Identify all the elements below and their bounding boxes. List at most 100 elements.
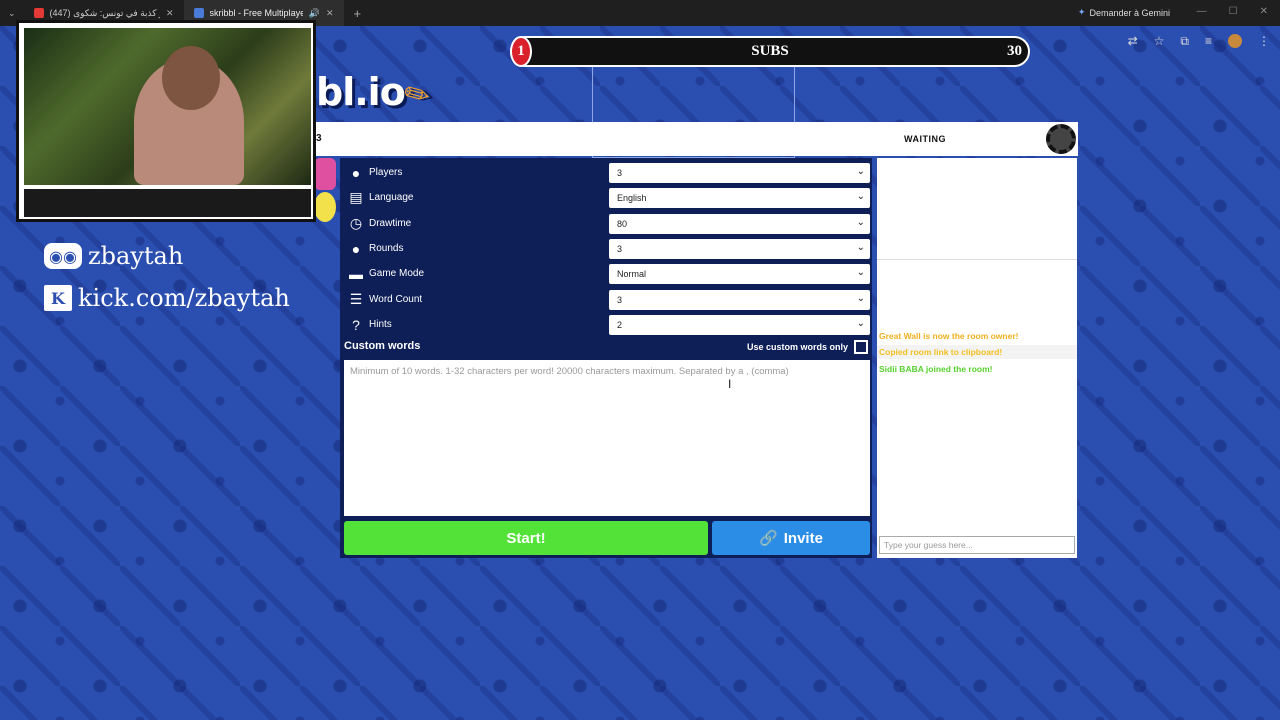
link-icon: 🔗 [759,530,778,547]
extensions-icon[interactable]: ⧉ [1180,34,1189,49]
window-controls: — ☐ ✕ [1197,6,1268,17]
discord-handle: zbaytah [88,242,184,270]
speaker-icon[interactable]: 🔊 [309,8,320,19]
subs-current-count: 1 [510,36,532,67]
custom-words-textarea[interactable]: Minimum of 10 words. 1-32 characters per… [344,360,870,516]
webcam-video [24,28,311,185]
maximize-icon[interactable]: ☐ [1229,6,1238,17]
chat-message: Great Wall is now the room owner! [879,331,1019,341]
logo-text: bl.io [316,70,406,114]
language-select[interactable]: English ⌄ [609,187,870,208]
minimize-icon[interactable]: — [1197,6,1207,17]
subs-label: SUBS [751,43,789,59]
lobby-settings-panel: ● Players 3 ⌄ ▤ Language English ⌄ ◷ Drawt… [340,158,872,558]
wordcount-select[interactable]: 3 ⌄ [609,289,870,310]
kick-icon: K [44,285,72,311]
setting-row-players: ● Players 3 ⌄ [340,160,872,185]
custom-only-label: Use custom words only [746,342,848,352]
close-tab-icon[interactable]: ✕ [166,8,174,19]
select-value: Normal [617,268,647,279]
setting-row-hints: ? Hints 2 ⌄ [340,312,872,337]
chevron-down-icon: ⌄ [856,266,865,278]
drawtime-select[interactable]: 80 ⌄ [609,213,870,234]
discord-icon: ◉◉ [44,243,82,269]
text-cursor-icon: I [728,377,732,391]
chat-message: Copied room link to clipboard! [877,345,1077,359]
tab-list-chevron-icon[interactable]: ⌄ [0,8,24,19]
custom-words-placeholder: Minimum of 10 words. 1-32 characters per… [350,366,789,377]
browser-toolbar-icons: ⇄ ☆ ⧉ ≡ ⋮ [1128,34,1270,49]
invite-button[interactable]: 🔗 Invite [712,521,870,555]
setting-row-drawtime: ◷ Drawtime 80 ⌄ [340,211,872,236]
setting-label: Rounds [369,243,404,254]
hints-icon: ? [352,316,360,333]
translate-icon[interactable]: ⇄ [1128,34,1138,49]
tab-title: skribbl - Free Multiplayer Drawing [209,8,303,18]
setting-label: Hints [369,319,392,330]
subs-goal-count: 30 [1007,43,1022,59]
close-tab-icon[interactable]: ✕ [326,8,334,19]
setting-row-language: ▤ Language English ⌄ [340,185,872,210]
chevron-down-icon: ⌄ [856,216,865,228]
avatar [314,192,336,222]
player-avatars [314,158,336,222]
game-status: WAITING [904,134,946,144]
select-value: 80 [617,218,628,229]
custom-only-checkbox[interactable] [854,340,868,354]
settings-gear-icon[interactable] [1046,124,1076,154]
guess-placeholder: Type your guess here... [884,540,973,550]
player-list [877,158,1077,260]
subs-goal-bar: 1 SUBS 30 [510,36,1030,67]
round-indicator: 3 [316,133,322,144]
rounds-select[interactable]: 3 ⌄ [609,238,870,259]
clock-icon: ◷ [349,215,363,231]
youtube-favicon-icon [33,8,44,18]
setting-row-rounds: ● Rounds 3 ⌄ [340,236,872,261]
setting-label: Language [369,192,414,203]
gemini-label: Demander à Gemini [1089,7,1170,18]
setting-row-wordcount: ☰ Word Count 3 ⌄ [340,287,872,312]
chat-message: Sidii BABA joined the room! [879,364,993,374]
custom-words-title: Custom words [344,340,421,352]
custom-words-only-toggle[interactable]: Use custom words only [747,340,868,354]
wordcount-icon: ☰ [349,291,363,307]
rounds-icon: ● [351,240,361,257]
social-kick: K kick.com/zbaytah [44,284,290,312]
profile-avatar[interactable] [1228,34,1242,48]
bookmark-star-icon[interactable]: ☆ [1154,34,1165,49]
chevron-down-icon: ⌄ [856,292,865,304]
chevron-down-icon: ⌄ [856,317,865,329]
setting-label: Drawtime [369,218,412,229]
chevron-down-icon: ⌄ [856,241,865,253]
game-header: 3 WAITING [316,122,1078,156]
new-tab-button[interactable]: + [344,6,372,21]
menu-icon[interactable]: ⋮ [1258,34,1270,49]
media-icon[interactable]: ≡ [1205,34,1212,49]
chat-panel: Great Wall is now the room owner! Copied… [877,158,1077,558]
tab-title: (447) أكبر كذبة في تونس: شكوى [49,7,160,18]
close-window-icon[interactable]: ✕ [1260,6,1268,17]
invite-label: Invite [783,529,823,547]
setting-row-gamemode: ▬ Game Mode Normal ⌄ [340,261,872,286]
setting-label: Word Count [369,294,423,305]
start-button[interactable]: Start! [344,521,708,555]
setting-label: Players [369,167,403,178]
webcam-frame-strip [24,189,311,217]
skribbl-logo: bl.io✎ [316,70,436,117]
select-value: 2 [617,319,623,330]
setting-label: Game Mode [369,268,425,279]
chevron-down-icon: ⌄ [856,165,865,177]
guess-input[interactable]: Type your guess here... [879,536,1075,554]
webcam-overlay [16,20,316,222]
players-select[interactable]: 3 ⌄ [609,162,870,183]
gemini-button[interactable]: ✦ Demander à Gemini [1078,7,1170,18]
players-icon: ● [351,164,361,181]
hints-select[interactable]: 2 ⌄ [609,314,870,335]
skribbl-favicon-icon [193,8,204,18]
gamemode-select[interactable]: Normal ⌄ [609,263,870,284]
chevron-down-icon: ⌄ [856,190,865,202]
start-label: Start! [506,529,546,547]
select-value: 3 [617,243,623,254]
avatar [314,158,336,190]
streamer-head [162,46,220,110]
